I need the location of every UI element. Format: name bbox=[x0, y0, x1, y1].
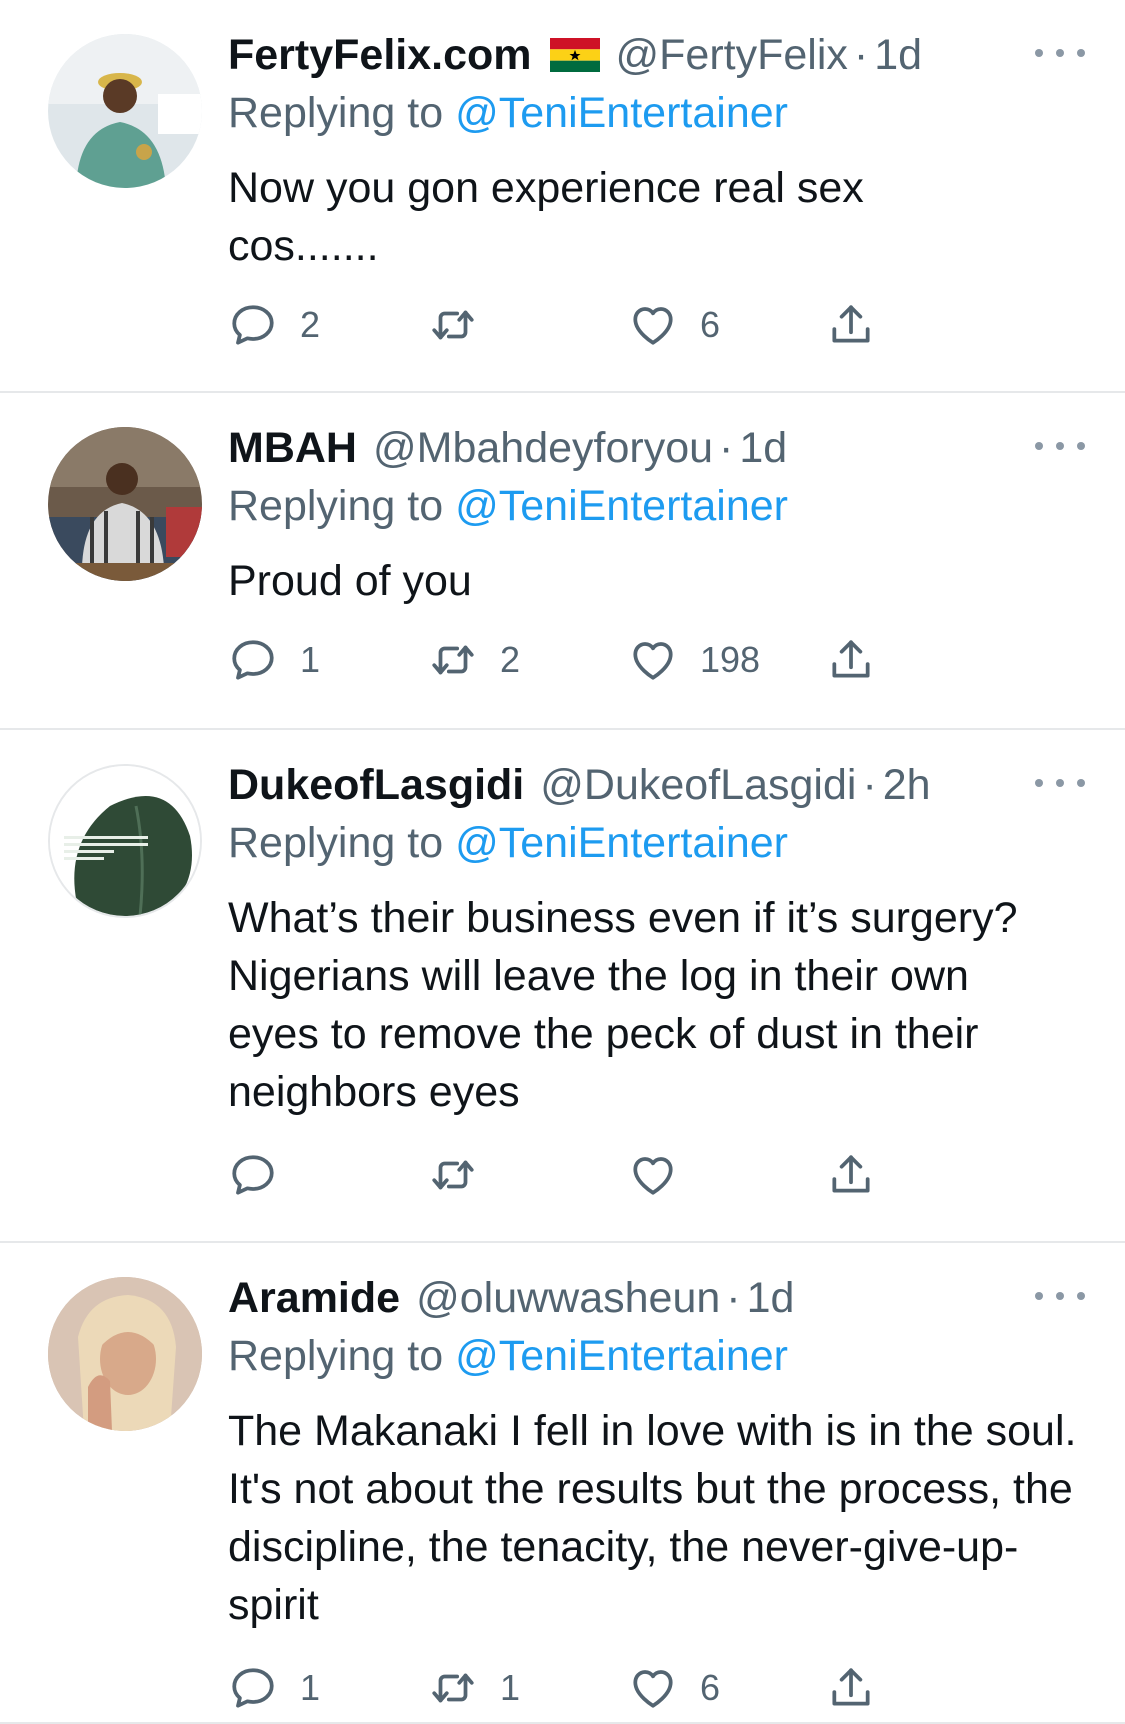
retweet-icon bbox=[432, 1673, 474, 1703]
tweet[interactable]: FertyFelix.com @FertyFelix · 1d Replying… bbox=[0, 0, 1125, 393]
display-name[interactable]: Aramide bbox=[228, 1269, 400, 1327]
handle[interactable]: @oluwwasheun bbox=[416, 1269, 720, 1327]
reply-count: 2 bbox=[300, 304, 321, 345]
mention-link[interactable]: @TeniEntertainer bbox=[455, 1332, 788, 1380]
like-button[interactable]: 6 bbox=[628, 300, 720, 350]
retweet-button[interactable] bbox=[428, 300, 500, 350]
like-button[interactable] bbox=[628, 1150, 700, 1200]
heart-icon bbox=[633, 307, 673, 345]
retweet-count: 1 bbox=[500, 1667, 521, 1708]
retweet-button[interactable]: 1 bbox=[428, 1663, 520, 1713]
replying-to: Replying to @TeniEntertainer bbox=[228, 477, 1085, 535]
timestamp[interactable]: 1d bbox=[739, 419, 787, 477]
heart-icon bbox=[633, 1157, 673, 1195]
retweet-count: 2 bbox=[500, 639, 521, 680]
avatar[interactable] bbox=[48, 1277, 202, 1431]
mention-link[interactable]: @TeniEntertainer bbox=[455, 482, 788, 530]
mention-link[interactable]: @TeniEntertainer bbox=[455, 819, 788, 867]
share-icon bbox=[832, 1155, 870, 1193]
separator-dot: · bbox=[719, 424, 734, 472]
mention-link[interactable]: @TeniEntertainer bbox=[455, 89, 788, 137]
share-button[interactable] bbox=[826, 300, 876, 350]
separator-dot: · bbox=[853, 31, 869, 79]
tweet-text: What’s their business even if it’s surge… bbox=[228, 894, 1018, 1116]
share-button[interactable] bbox=[826, 1150, 876, 1200]
timestamp[interactable]: 1d bbox=[874, 26, 922, 84]
display-name[interactable]: FertyFelix.com bbox=[228, 26, 532, 84]
action-bar: 2 6 bbox=[228, 300, 948, 350]
retweet-button[interactable] bbox=[428, 1150, 500, 1200]
retweet-icon bbox=[432, 310, 474, 340]
tweet[interactable]: MBAH @Mbahdeyforyou · 1d Replying to @Te… bbox=[0, 393, 1125, 730]
avatar[interactable] bbox=[48, 764, 202, 918]
like-count: 6 bbox=[700, 1667, 721, 1708]
reply-icon bbox=[232, 305, 274, 345]
tweet-text: Now you gon experience real sex cos.....… bbox=[228, 164, 864, 270]
replying-to: Replying to @TeniEntertainer bbox=[228, 1327, 1085, 1385]
share-icon bbox=[832, 640, 870, 678]
share-button[interactable] bbox=[826, 635, 876, 685]
more-icon[interactable] bbox=[1035, 1281, 1085, 1311]
reply-button[interactable] bbox=[228, 1150, 300, 1200]
reply-icon bbox=[232, 1668, 274, 1708]
action-bar: 1 2 198 bbox=[228, 635, 948, 685]
handle[interactable]: @Mbahdeyforyou bbox=[373, 419, 713, 477]
display-name[interactable]: MBAH bbox=[228, 419, 357, 477]
reply-button[interactable]: 2 bbox=[228, 300, 320, 350]
share-icon bbox=[832, 305, 870, 343]
like-count: 198 bbox=[700, 639, 761, 680]
handle[interactable]: @FertyFelix bbox=[616, 26, 848, 84]
reply-icon bbox=[232, 1155, 274, 1195]
avatar[interactable] bbox=[48, 34, 202, 188]
replying-to: Replying to @TeniEntertainer bbox=[228, 84, 1085, 142]
like-button[interactable]: 6 bbox=[628, 1663, 720, 1713]
reply-button[interactable]: 1 bbox=[228, 1663, 320, 1713]
heart-icon bbox=[633, 642, 673, 680]
display-name[interactable]: DukeofLasgidi bbox=[228, 756, 524, 814]
retweet-button[interactable]: 2 bbox=[428, 635, 520, 685]
timestamp[interactable]: 2h bbox=[883, 756, 931, 814]
more-icon[interactable] bbox=[1035, 38, 1085, 68]
avatar[interactable] bbox=[48, 427, 202, 581]
tweet-text: Proud of you bbox=[228, 557, 472, 605]
replying-to: Replying to @TeniEntertainer bbox=[228, 814, 1085, 872]
ghana-flag-icon bbox=[549, 38, 600, 72]
reply-count: 1 bbox=[300, 639, 321, 680]
timestamp[interactable]: 1d bbox=[747, 1269, 795, 1327]
replying-prefix: Replying to bbox=[228, 89, 444, 137]
reply-button[interactable]: 1 bbox=[228, 635, 320, 685]
more-icon[interactable] bbox=[1035, 431, 1085, 461]
more-icon[interactable] bbox=[1035, 768, 1085, 798]
tweet-text: The Makanaki I fell in love with is in t… bbox=[228, 1407, 1077, 1629]
action-bar: 1 1 6 bbox=[228, 1663, 948, 1713]
handle[interactable]: @DukeofLasgidi bbox=[540, 756, 856, 814]
replying-prefix: Replying to bbox=[228, 819, 444, 867]
retweet-icon bbox=[432, 645, 474, 675]
share-icon bbox=[832, 1668, 870, 1706]
share-button[interactable] bbox=[826, 1663, 876, 1713]
separator-dot: · bbox=[726, 1274, 741, 1322]
tweet[interactable]: Aramide @oluwwasheun · 1d Replying to @T… bbox=[0, 1243, 1125, 1724]
like-button[interactable]: 198 bbox=[628, 635, 760, 685]
separator-dot: · bbox=[862, 761, 877, 809]
retweet-icon bbox=[432, 1160, 474, 1190]
replying-prefix: Replying to bbox=[228, 482, 444, 530]
reply-icon bbox=[232, 640, 274, 680]
like-count: 6 bbox=[700, 304, 721, 345]
action-bar bbox=[228, 1150, 948, 1200]
heart-icon bbox=[633, 1670, 673, 1708]
replying-prefix: Replying to bbox=[228, 1332, 444, 1380]
tweet[interactable]: DukeofLasgidi @DukeofLasgidi · 2h Replyi… bbox=[0, 730, 1125, 1243]
reply-count: 1 bbox=[300, 1667, 321, 1708]
